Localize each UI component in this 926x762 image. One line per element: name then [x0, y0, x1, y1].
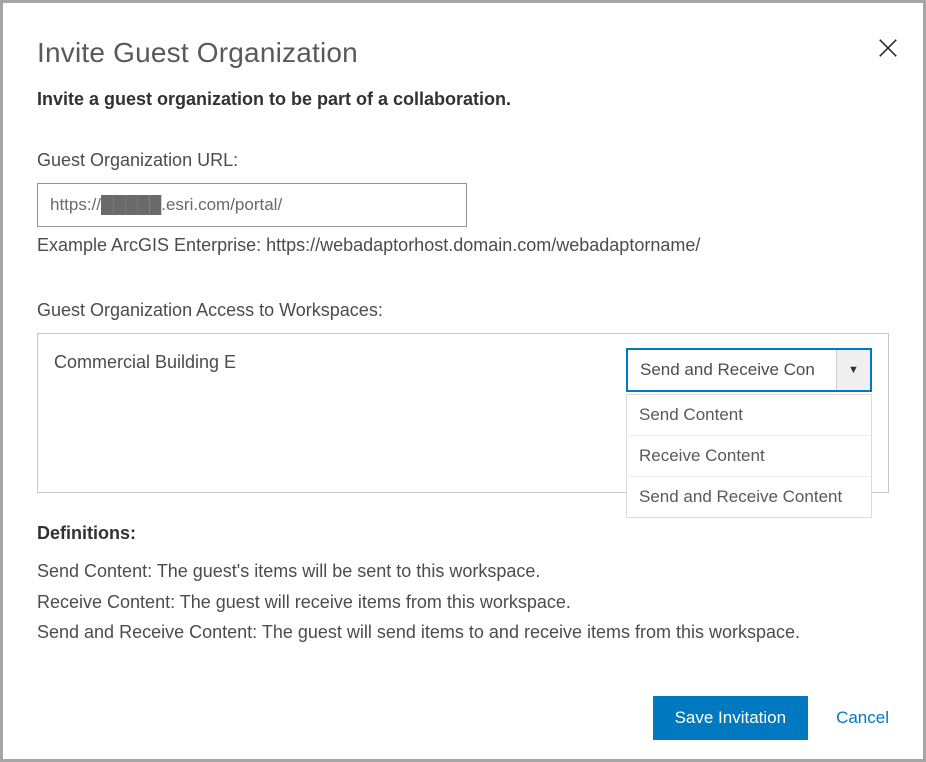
dropdown-option-send[interactable]: Send Content	[627, 395, 871, 436]
invite-guest-dialog: Invite Guest Organization Invite a guest…	[3, 3, 923, 759]
close-icon[interactable]	[877, 37, 899, 59]
definition-receive: Receive Content: The guest will receive …	[37, 587, 889, 618]
definitions-heading: Definitions:	[37, 523, 889, 544]
dialog-subtitle: Invite a guest organization to be part o…	[37, 89, 889, 110]
definition-send: Send Content: The guest's items will be …	[37, 556, 889, 587]
dialog-content: Invite a guest organization to be part o…	[37, 89, 901, 741]
save-invitation-button[interactable]: Save Invitation	[653, 696, 809, 740]
guest-url-example: Example ArcGIS Enterprise: https://webad…	[37, 235, 889, 256]
dropdown-option-receive[interactable]: Receive Content	[627, 436, 871, 477]
access-dropdown-menu: Send Content Receive Content Send and Re…	[626, 394, 872, 518]
access-dropdown-wrap: Send and Receive Con ▼ Send Content Rece…	[626, 348, 872, 392]
guest-url-label: Guest Organization URL:	[37, 150, 889, 171]
chevron-down-icon: ▼	[836, 350, 870, 390]
definition-send-receive: Send and Receive Content: The guest will…	[37, 617, 889, 648]
access-dropdown-value: Send and Receive Con	[628, 360, 836, 380]
workspace-access-label: Guest Organization Access to Workspaces:	[37, 300, 889, 321]
dropdown-option-send-receive[interactable]: Send and Receive Content	[627, 477, 871, 517]
dialog-title: Invite Guest Organization	[37, 37, 883, 69]
workspace-name: Commercial Building E	[54, 348, 236, 373]
cancel-button[interactable]: Cancel	[836, 708, 889, 728]
guest-url-input[interactable]	[37, 183, 467, 227]
workspace-access-box: Commercial Building E Send and Receive C…	[37, 333, 889, 493]
access-dropdown[interactable]: Send and Receive Con ▼	[626, 348, 872, 392]
dialog-footer: Save Invitation Cancel	[37, 696, 889, 741]
